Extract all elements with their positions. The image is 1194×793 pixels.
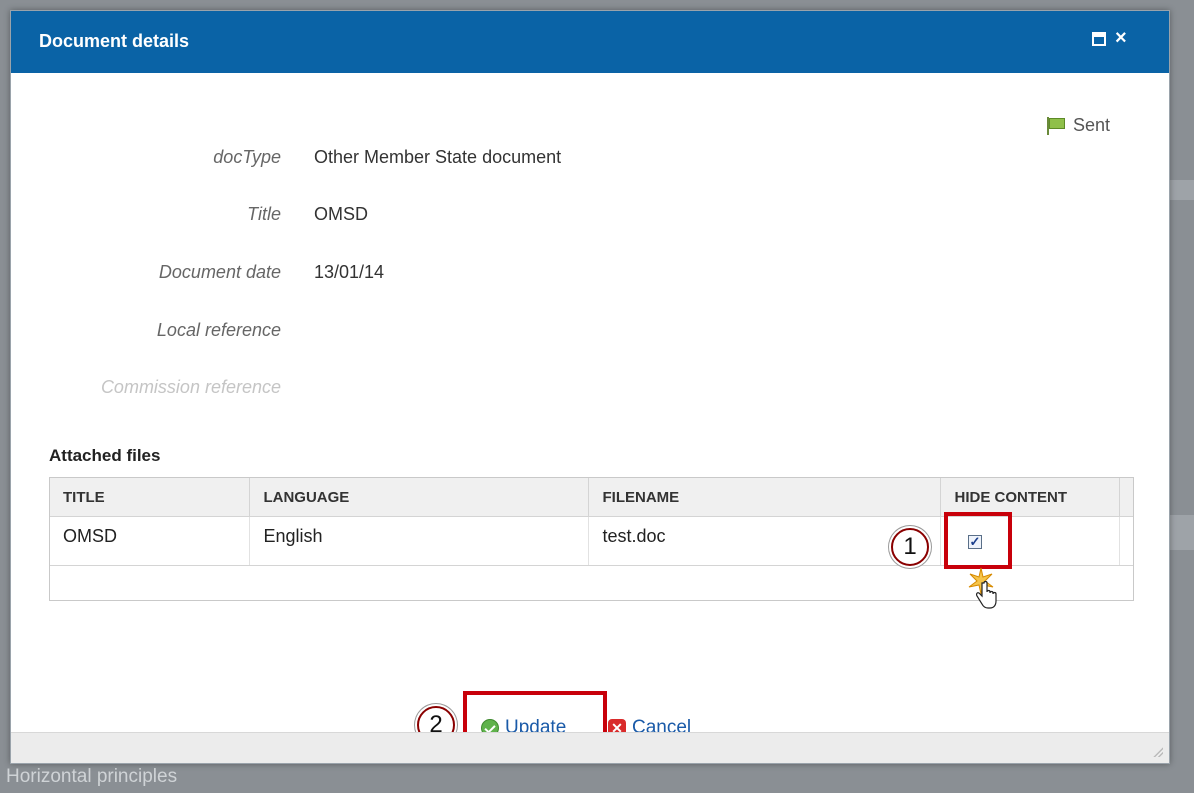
close-icon[interactable]: × [1115, 27, 1127, 50]
dialog-title: Document details [39, 31, 190, 51]
doctype-label: docType [213, 147, 281, 167]
maximize-icon[interactable] [1092, 32, 1106, 46]
highlight-box-checkbox [944, 512, 1012, 569]
callout-1: 1 [891, 528, 929, 566]
doctype-value: Other Member State document [314, 147, 562, 167]
local-reference-label: Local reference [156, 320, 281, 340]
title-label: Title [247, 204, 281, 224]
attached-files-title: Attached files [49, 446, 161, 465]
cell-title: OMSD [50, 517, 251, 565]
cell-filename: test.doc [589, 517, 942, 565]
hand-cursor-icon [976, 581, 997, 609]
dialog-footer [11, 732, 1169, 763]
document-date-label: Document date [158, 262, 281, 282]
status-label: Sent [1073, 115, 1111, 135]
resize-handle-icon[interactable] [1151, 745, 1163, 757]
column-header-filename[interactable]: FILENAME [589, 478, 942, 516]
background-strip [1168, 515, 1194, 550]
column-header-language[interactable]: LANGUAGE [250, 478, 590, 516]
cell-spacer [1120, 517, 1133, 565]
document-date-value: 13/01/14 [314, 262, 385, 282]
cell-language: English [250, 517, 590, 565]
document-details-dialog: Document details × Sent docType Other Me… [10, 10, 1170, 764]
commission-reference-label: Commission reference [100, 377, 281, 397]
dialog-titlebar: Document details × [11, 11, 1169, 73]
status-badge: Sent [1045, 115, 1110, 136]
column-header-spacer [1120, 478, 1133, 516]
background-strip [1168, 180, 1194, 200]
background-partial-text: Horizontal principles [6, 766, 178, 787]
title-value: OMSD [314, 204, 368, 224]
flag-icon [1045, 116, 1065, 135]
column-header-hide-content[interactable]: HIDE CONTENT [941, 478, 1120, 516]
column-header-title[interactable]: TITLE [50, 478, 251, 516]
